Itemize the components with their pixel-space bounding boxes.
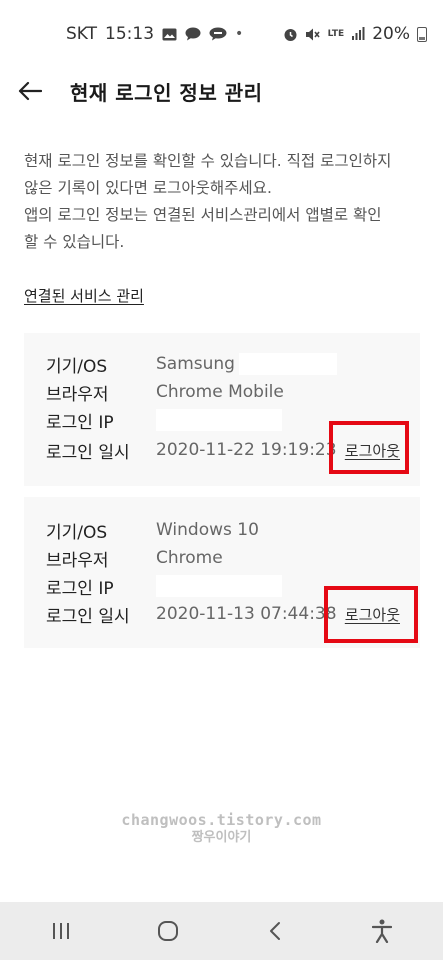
device-value: Samsung [156, 353, 337, 375]
datetime-value: 2020-11-13 07:44:38 [156, 604, 337, 624]
datetime-label: 로그인 일시 [46, 606, 130, 627]
redacted-box [156, 409, 282, 431]
lte-icon: LTE [327, 28, 345, 39]
browser-value: Chrome [156, 548, 223, 568]
battery-icon [417, 26, 427, 42]
description-text: 현재 로그인 정보를 확인할 수 있습니다. 직접 로그인하지 않은 기록이 있… [24, 148, 424, 256]
redacted-box [156, 575, 282, 597]
description-line: 할 수 있습니다. [24, 233, 125, 251]
system-nav-bar [0, 902, 443, 960]
accessibility-icon [371, 919, 392, 943]
ip-row: 로그인 IP [46, 406, 282, 434]
connected-services-link[interactable]: 연결된 서비스 관리 [24, 285, 144, 306]
recent-apps-button[interactable] [31, 906, 91, 956]
page-title: 현재 로그인 정보 관리 [70, 80, 263, 105]
highlight-box [324, 586, 418, 643]
watermark-url: changwoos.tistory.com [121, 811, 322, 829]
home-button[interactable] [138, 906, 198, 956]
description-line: 앱의 로그인 정보는 연결된 서비스관리에서 앱별로 확인 [24, 206, 382, 224]
datetime-row: 로그인 일시 2020-11-13 07:44:38 [46, 600, 337, 628]
signal-icon [352, 27, 365, 40]
app-header: 현재 로그인 정보 관리 [0, 68, 443, 114]
browser-row: 브라우저 Chrome Mobile [46, 378, 284, 406]
datetime-row: 로그인 일시 2020-11-22 19:19:23 [46, 436, 337, 464]
notification-dot-icon: • [235, 26, 244, 42]
back-icon [269, 922, 280, 940]
carrier-text: SKT [66, 24, 98, 44]
device-label: 기기/OS [46, 356, 108, 377]
device-label: 기기/OS [46, 522, 108, 543]
device-row: 기기/OS Samsung [46, 350, 337, 378]
description-line: 않은 기록이 있다면 로그아웃해주세요. [24, 179, 272, 197]
session-card: 기기/OS Samsung 브라우저 Chrome Mobile 로그인 IP … [24, 333, 420, 486]
browser-label: 브라우저 [46, 550, 109, 571]
ip-value [156, 575, 282, 597]
home-icon [158, 921, 179, 941]
arrow-left-icon [18, 81, 42, 101]
recent-apps-icon [53, 923, 70, 939]
status-bar: SKT 15:13 • LTE 20% [0, 0, 443, 68]
device-value-text: Samsung [156, 354, 235, 374]
session-card: 기기/OS Windows 10 브라우저 Chrome 로그인 IP 로그인 … [24, 497, 420, 648]
battery-percent-text: 20% [372, 24, 410, 44]
device-value: Windows 10 [156, 520, 259, 540]
redacted-box [238, 353, 337, 375]
browser-label: 브라우저 [46, 384, 109, 405]
mute-icon [305, 28, 320, 40]
chat-icon [185, 27, 201, 41]
watermark: changwoos.tistory.com 짱우이야기 [0, 812, 443, 846]
gallery-icon [162, 28, 177, 40]
highlight-box [329, 421, 409, 474]
watermark-caption: 짱우이야기 [191, 830, 252, 845]
nav-back-button[interactable] [245, 906, 305, 956]
ip-value [156, 409, 282, 431]
ip-row: 로그인 IP [46, 572, 282, 600]
device-row: 기기/OS Windows 10 [46, 516, 259, 544]
status-left: SKT 15:13 • [66, 24, 243, 44]
ip-label: 로그인 IP [46, 412, 114, 433]
alarm-icon [284, 28, 297, 41]
datetime-value: 2020-11-22 19:19:23 [156, 440, 337, 460]
status-right: LTE 20% [283, 24, 427, 44]
description-line: 현재 로그인 정보를 확인할 수 있습니다. 직접 로그인하지 [24, 152, 392, 170]
ip-label: 로그인 IP [46, 578, 114, 599]
talk-icon [209, 27, 227, 41]
clock-text: 15:13 [105, 24, 155, 44]
browser-value: Chrome Mobile [156, 382, 284, 402]
back-button[interactable] [18, 71, 60, 111]
accessibility-button[interactable] [352, 906, 412, 956]
browser-row: 브라우저 Chrome [46, 544, 223, 572]
datetime-label: 로그인 일시 [46, 442, 130, 463]
